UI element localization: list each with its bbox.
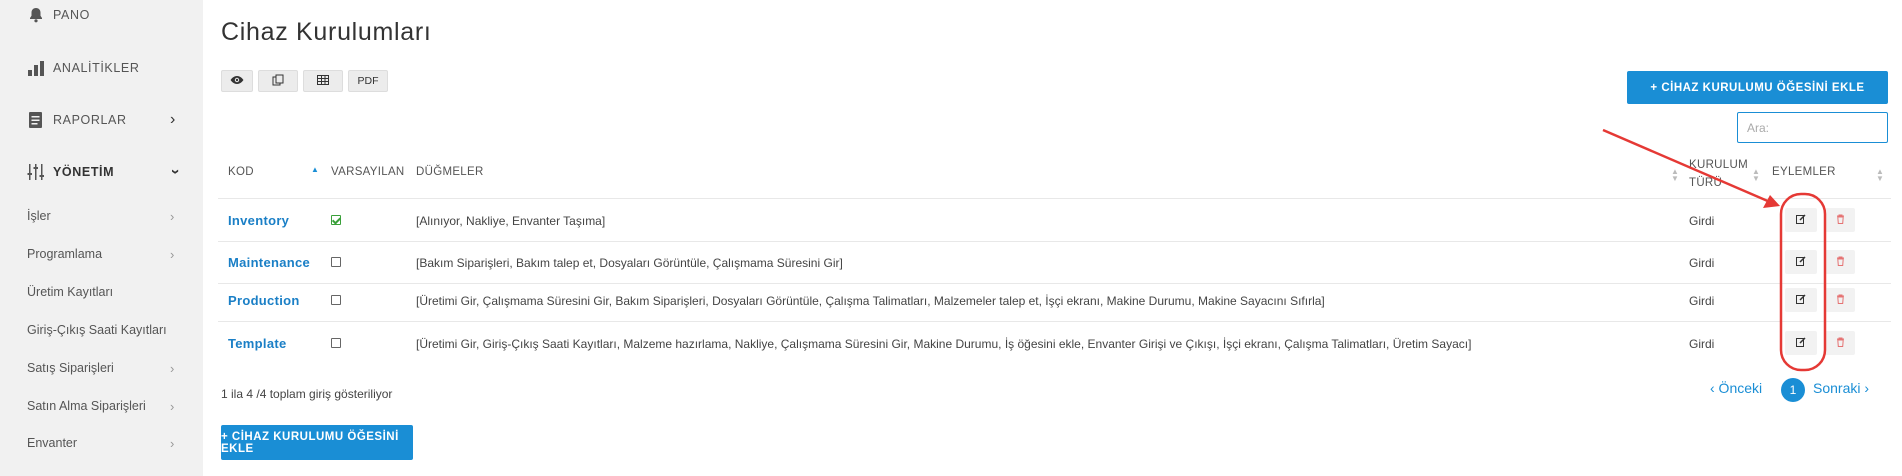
delete-button[interactable]	[1825, 208, 1855, 232]
setup-type-cell: Girdi	[1689, 294, 1715, 308]
chevron-right-icon: ›	[170, 111, 176, 128]
sliders-icon	[26, 162, 46, 182]
search-input[interactable]	[1737, 112, 1888, 143]
bar-chart-icon	[26, 58, 46, 78]
sidebar-item-raporlar[interactable]: RAPORLAR ›	[26, 107, 186, 133]
table-icon	[317, 74, 329, 88]
table-header-divider	[218, 198, 1891, 199]
default-checkbox	[331, 257, 341, 267]
sidebar-subitem-label: Envanter	[27, 436, 78, 450]
sort-asc-icon: ▲	[311, 165, 319, 174]
pagination-next[interactable]: Sonraki ›	[1813, 380, 1869, 396]
edit-button[interactable]	[1785, 208, 1817, 232]
sidebar-subitem[interactable]: Programlama ›	[27, 244, 187, 264]
sidebar-item-analitikler[interactable]: ANALİTİKLER	[26, 55, 140, 81]
sidebar-item-label: ANALİTİKLER	[53, 61, 140, 75]
sidebar-item-yonetim[interactable]: YÖNETİM ›	[26, 159, 186, 185]
sidebar-subitem-label: Giriş-Çıkış Saati Kayıtları	[27, 323, 167, 337]
view-button[interactable]	[221, 70, 253, 92]
buttons-cell: [Üretimi Gir, Çalışmama Süresini Gir, Ba…	[416, 294, 1325, 308]
edit-button[interactable]	[1785, 331, 1817, 355]
code-link[interactable]: Inventory	[228, 213, 289, 228]
column-header-eylemler: EYLEMLER	[1772, 166, 1836, 178]
row-divider	[218, 321, 1891, 322]
edit-icon	[1796, 291, 1806, 309]
sidebar-subitem[interactable]: Satış Siparişleri ›	[27, 358, 187, 378]
code-link[interactable]: Maintenance	[228, 255, 310, 270]
sort-icon: ▲ ▼	[1671, 167, 1679, 183]
sidebar-subitem-label: Üretim Kayıtları	[27, 285, 114, 299]
trash-icon	[1836, 334, 1845, 352]
column-header-kurulum-turu[interactable]: KURULUM TÜRÜ	[1689, 156, 1749, 192]
edit-icon	[1796, 253, 1806, 271]
delete-button[interactable]	[1825, 331, 1855, 355]
default-checkbox	[331, 338, 341, 348]
buttons-cell: [Alınıyor, Nakliye, Envanter Taşıma]	[416, 214, 606, 228]
sidebar-item-label: PANO	[53, 8, 90, 22]
pagination-page-1[interactable]: 1	[1781, 378, 1805, 402]
sort-icon: ▲ ▼	[1876, 167, 1884, 183]
sidebar-subitem[interactable]: İşler ›	[27, 206, 187, 226]
default-checkbox-checked	[331, 215, 341, 225]
delete-button[interactable]	[1825, 250, 1855, 274]
sidebar-item-pano[interactable]: PANO	[26, 2, 90, 28]
buttons-cell: [Üretimi Gir, Giriş-Çıkış Saati Kayıtlar…	[416, 337, 1472, 351]
pdf-button[interactable]: PDF	[348, 70, 388, 92]
default-checkbox	[331, 295, 341, 305]
sidebar-subitem-label: İşler	[27, 209, 51, 223]
sidebar-item-label: YÖNETİM	[53, 165, 115, 179]
sidebar-item-label: RAPORLAR	[53, 113, 127, 127]
copy-icon	[272, 74, 284, 89]
report-icon	[26, 110, 46, 130]
sidebar: PANO ANALİTİKLER RAPORLAR › YÖNETİM › İş…	[0, 0, 203, 476]
page-title: Cihaz Kurulumları	[221, 18, 432, 46]
setup-type-cell: Girdi	[1689, 337, 1715, 351]
chevron-down-icon: ›	[166, 169, 184, 175]
chevron-right-icon: ›	[170, 435, 175, 451]
add-device-setup-button-bottom[interactable]: + CİHAZ KURULUMU ÖĞESİNİ EKLE	[221, 425, 413, 460]
edit-icon	[1796, 334, 1806, 352]
trash-icon	[1836, 291, 1845, 309]
chevron-right-icon: ›	[170, 398, 175, 414]
column-header-kod[interactable]: KOD	[228, 166, 254, 178]
code-link[interactable]: Template	[228, 336, 287, 351]
code-link[interactable]: Production	[228, 293, 300, 308]
chevron-right-icon: ›	[170, 246, 175, 262]
copy-button[interactable]	[258, 70, 298, 92]
delete-button[interactable]	[1825, 288, 1855, 312]
sidebar-subitem[interactable]: Üretim Kayıtları	[27, 282, 187, 302]
buttons-cell: [Bakım Siparişleri, Bakım talep et, Dosy…	[416, 256, 843, 270]
sidebar-subitem-label: Satış Siparişleri	[27, 361, 114, 375]
edit-button[interactable]	[1785, 288, 1817, 312]
main-content: Cihaz Kurulumları PDF + CİHAZ KURULUMU Ö…	[203, 0, 1902, 476]
export-csv-button[interactable]	[303, 70, 343, 92]
chevron-right-icon: ›	[170, 360, 175, 376]
edit-icon	[1796, 211, 1806, 229]
sort-icon: ▲ ▼	[1752, 167, 1760, 183]
row-divider	[218, 283, 1891, 284]
pagination-prev[interactable]: ‹ Önceki	[1710, 380, 1762, 396]
edit-button[interactable]	[1785, 250, 1817, 274]
bell-icon	[26, 5, 46, 25]
sidebar-subitem[interactable]: Giriş-Çıkış Saati Kayıtları	[27, 320, 187, 340]
add-device-setup-button[interactable]: + CİHAZ KURULUMU ÖĞESİNİ EKLE	[1627, 71, 1888, 104]
row-divider	[218, 241, 1891, 242]
trash-icon	[1836, 253, 1845, 271]
chevron-right-icon: ›	[170, 208, 175, 224]
table-info: 1 ila 4 /4 toplam giriş gösteriliyor	[221, 387, 393, 401]
trash-icon	[1836, 211, 1845, 229]
sidebar-subitem-label: Satın Alma Siparişleri	[27, 399, 146, 413]
eye-icon	[230, 75, 244, 88]
setup-type-cell: Girdi	[1689, 256, 1715, 270]
sidebar-subitem[interactable]: Satın Alma Siparişleri ›	[27, 396, 187, 416]
setup-type-cell: Girdi	[1689, 214, 1715, 228]
column-header-varsayilan[interactable]: VARSAYILAN	[331, 166, 405, 178]
sidebar-subitem[interactable]: Envanter ›	[27, 433, 187, 453]
sidebar-subitem-label: Programlama	[27, 247, 103, 261]
column-header-dugmeler[interactable]: DÜĞMELER	[416, 166, 484, 178]
